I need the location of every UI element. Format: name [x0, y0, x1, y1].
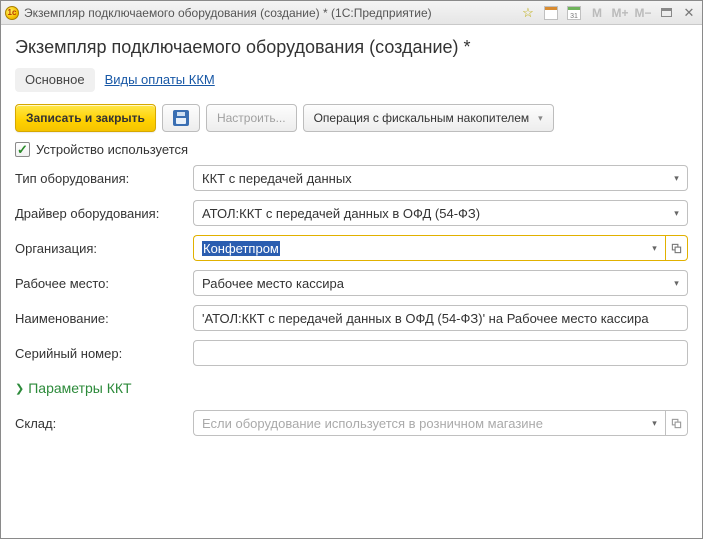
save-button[interactable]	[162, 104, 200, 132]
titlebar: 1c Экземпляр подключаемого оборудования …	[1, 1, 702, 25]
workplace-dropdown-icon[interactable]: ▾	[666, 270, 688, 296]
organization-dropdown-icon[interactable]: ▾	[644, 235, 666, 261]
equipment-type-dropdown-icon[interactable]: ▾	[666, 165, 688, 191]
label-driver: Драйвер оборудования:	[15, 206, 185, 221]
save-and-close-button[interactable]: Записать и закрыть	[15, 104, 156, 132]
tabs: Основное Виды оплаты ККМ	[15, 68, 688, 92]
label-organization: Организация:	[15, 241, 185, 256]
warehouse-combo[interactable]: ▾	[193, 410, 688, 436]
equipment-type-combo[interactable]: ▾	[193, 165, 688, 191]
fiscal-operation-label: Операция с фискальным накопителем	[314, 111, 530, 125]
chevron-down-icon: ▾	[538, 113, 543, 124]
memory-mplus-button[interactable]: M+	[609, 3, 631, 23]
titlebar-toolbar: ☆ 31 M M+ M− ✕	[517, 3, 700, 23]
content-area: Экземпляр подключаемого оборудования (со…	[1, 25, 702, 442]
memory-m-button[interactable]: M	[586, 3, 608, 23]
kkt-params-expander[interactable]: ❯ Параметры ККТ	[15, 380, 688, 396]
floppy-disk-icon	[173, 110, 189, 126]
tab-main[interactable]: Основное	[15, 68, 95, 92]
kkt-params-label: Параметры ККТ	[28, 380, 131, 396]
label-warehouse: Склад:	[15, 416, 185, 431]
memory-mminus-button[interactable]: M−	[632, 3, 654, 23]
calendar-green-icon[interactable]: 31	[563, 3, 585, 23]
workplace-combo[interactable]: ▾	[193, 270, 688, 296]
name-input[interactable]	[193, 305, 688, 331]
warehouse-dropdown-icon[interactable]: ▾	[644, 410, 666, 436]
device-used-row: ✓ Устройство используется	[15, 142, 688, 157]
driver-dropdown-icon[interactable]: ▾	[666, 200, 688, 226]
organization-open-icon[interactable]	[666, 235, 688, 261]
device-used-checkbox[interactable]: ✓	[15, 142, 30, 157]
calendar-orange-icon[interactable]	[540, 3, 562, 23]
page-title: Экземпляр подключаемого оборудования (со…	[15, 37, 688, 58]
favorite-icon[interactable]: ☆	[517, 3, 539, 23]
driver-input[interactable]	[193, 200, 666, 226]
window-title: Экземпляр подключаемого оборудования (со…	[24, 6, 517, 20]
label-equipment-type: Тип оборудования:	[15, 171, 185, 186]
warehouse-input[interactable]	[193, 410, 644, 436]
organization-value-selected: Конфетпром	[202, 241, 280, 256]
serial-input[interactable]	[193, 340, 688, 366]
equipment-type-input[interactable]	[193, 165, 666, 191]
organization-combo[interactable]: Конфетпром ▾	[193, 235, 688, 261]
form-bottom: Склад: ▾	[15, 410, 688, 436]
toolbar: Записать и закрыть Настроить... Операция…	[15, 104, 688, 132]
tab-payment-types[interactable]: Виды оплаты ККМ	[95, 68, 225, 92]
maximize-button[interactable]	[655, 3, 677, 23]
organization-input[interactable]: Конфетпром	[193, 235, 644, 261]
device-used-label: Устройство используется	[36, 142, 188, 157]
close-window-button[interactable]: ✕	[678, 3, 700, 23]
workplace-input[interactable]	[193, 270, 666, 296]
fiscal-operation-button[interactable]: Операция с фискальным накопителем ▾	[303, 104, 554, 132]
configure-button[interactable]: Настроить...	[206, 104, 297, 132]
warehouse-open-icon[interactable]	[666, 410, 688, 436]
form: Тип оборудования: ▾ Драйвер оборудования…	[15, 165, 688, 366]
label-name: Наименование:	[15, 311, 185, 326]
app-logo-icon: 1c	[5, 6, 19, 20]
label-workplace: Рабочее место:	[15, 276, 185, 291]
label-serial: Серийный номер:	[15, 346, 185, 361]
driver-combo[interactable]: ▾	[193, 200, 688, 226]
chevron-right-icon: ❯	[15, 382, 24, 395]
